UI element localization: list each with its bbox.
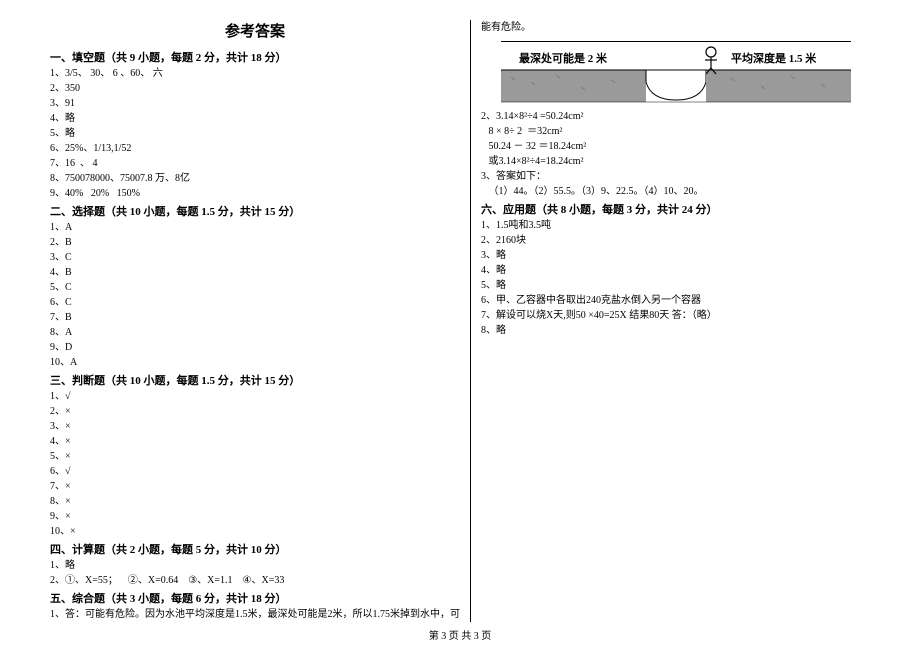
s1-item: 5、略	[50, 126, 460, 141]
s3-item: 4、×	[50, 434, 460, 449]
s3-item: 5、×	[50, 449, 460, 464]
s6-item: 7、解设可以烧X天,则50 ×40=25X 结果80天 答：（略）	[481, 308, 870, 323]
s2-item: 5、C	[50, 280, 460, 295]
s3-item: 1、√	[50, 389, 460, 404]
answer-key-title: 参考答案	[50, 20, 460, 41]
s6-item: 5、略	[481, 278, 870, 293]
s5b-item: 或3.14×8²÷4=18.24cm²	[481, 154, 870, 169]
s5-item: 1、答：可能有危险。因为水池平均深度是1.5米，最深处可能是2米，所以1.75米…	[50, 607, 460, 622]
page-container: 参考答案 一、填空题（共 9 小题，每题 2 分，共计 18 分） 1、3/5、…	[0, 0, 920, 652]
section5-header: 五、综合题（共 3 小题，每题 6 分，共计 18 分）	[50, 590, 460, 606]
depth-label-left: 最深处可能是 2 米	[519, 50, 607, 66]
s1-item: 4、略	[50, 111, 460, 126]
s5b-item: 3、答案如下：	[481, 169, 870, 184]
right-column: 能有危险。	[471, 20, 880, 622]
s2-item: 6、C	[50, 295, 460, 310]
section4-header: 四、计算题（共 2 小题，每题 5 分，共计 10 分）	[50, 541, 460, 557]
s6-item: 8、略	[481, 323, 870, 338]
section3-header: 三、判断题（共 10 小题，每题 1.5 分，共计 15 分）	[50, 372, 460, 388]
section6-header: 六、应用题（共 8 小题，每题 3 分，共计 24 分）	[481, 201, 870, 217]
s6-item: 6、甲、乙容器中各取出240克盐水倒入另一个容器	[481, 293, 870, 308]
s5b-item: （1）44。（2）55.5。（3）9、22.5。（4）10、20。	[481, 184, 870, 199]
s3-item: 6、√	[50, 464, 460, 479]
s6-item: 2、2160块	[481, 233, 870, 248]
s6-item: 3、略	[481, 248, 870, 263]
s2-item: 1、A	[50, 220, 460, 235]
s2-item: 3、C	[50, 250, 460, 265]
s2-item: 10、A	[50, 355, 460, 370]
left-column: 参考答案 一、填空题（共 9 小题，每题 2 分，共计 18 分） 1、3/5、…	[40, 20, 471, 622]
s1-item: 2、350	[50, 81, 460, 96]
s3-item: 2、×	[50, 404, 460, 419]
s1-item: 9、40% 20% 150%	[50, 186, 460, 201]
s3-item: 10、×	[50, 524, 460, 539]
s4-item: 1、略	[50, 558, 460, 573]
s2-item: 2、B	[50, 235, 460, 250]
s2-item: 4、B	[50, 265, 460, 280]
section1-header: 一、填空题（共 9 小题，每题 2 分，共计 18 分）	[50, 49, 460, 65]
s5b-item: 2、3.14×8²÷4 =50.24cm²	[481, 109, 870, 124]
s6-item: 1、1.5吨和3.5吨	[481, 218, 870, 233]
s1-item: 8、750078000、75007.8 万、8亿	[50, 171, 460, 186]
s1-item: 7、16 、 4	[50, 156, 460, 171]
s4-item: 2、①、X=55； ②、X=0.64 ③、X=1.1 ④、X=33	[50, 573, 460, 588]
continuation-text: 能有危险。	[481, 20, 870, 35]
s2-item: 8、A	[50, 325, 460, 340]
s3-item: 7、×	[50, 479, 460, 494]
page-footer: 第 3 页 共 3 页	[0, 627, 920, 642]
s2-item: 7、B	[50, 310, 460, 325]
s3-item: 9、×	[50, 509, 460, 524]
s5b-item: 8 × 8÷ 2 ＝32cm²	[481, 124, 870, 139]
s3-item: 8、×	[50, 494, 460, 509]
s5b-item: 50.24 － 32 ＝18.24cm²	[481, 139, 870, 154]
pool-diagram: 最深处可能是 2 米 平均深度是 1.5 米	[501, 41, 851, 103]
s6-item: 4、略	[481, 263, 870, 278]
s1-item: 6、25%、1/13,1/52	[50, 141, 460, 156]
s3-item: 3、×	[50, 419, 460, 434]
depth-label-right: 平均深度是 1.5 米	[731, 50, 816, 66]
s1-item: 1、3/5、 30、 6 、60、 六	[50, 66, 460, 81]
s2-item: 9、D	[50, 340, 460, 355]
section2-header: 二、选择题（共 10 小题，每题 1.5 分，共计 15 分）	[50, 203, 460, 219]
s1-item: 3、91	[50, 96, 460, 111]
